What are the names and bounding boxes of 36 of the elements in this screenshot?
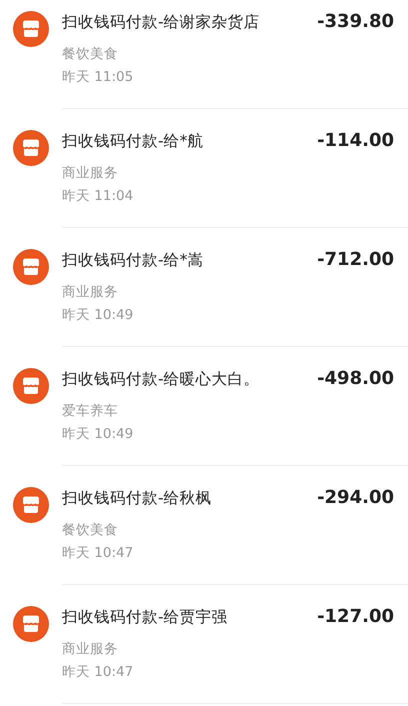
transaction-amount: -294.00 xyxy=(317,487,394,509)
transaction-item[interactable]: 扫收钱码付款-给谢家杂货店 -339.80 餐饮美食 昨天 11:05 xyxy=(0,0,408,109)
transaction-time: 昨天 11:04 xyxy=(62,187,134,206)
transaction-time: 昨天 10:49 xyxy=(62,306,134,325)
transaction-amount: -498.00 xyxy=(317,368,394,390)
transaction-category: 爱车养车 xyxy=(62,402,118,421)
transaction-amount: -339.80 xyxy=(317,11,394,33)
transaction-time: 昨天 11:05 xyxy=(62,68,134,87)
transaction-title: 扫收钱码付款-给暖心大白。 xyxy=(62,369,260,390)
transaction-category: 餐饮美食 xyxy=(62,45,118,64)
shop-icon xyxy=(13,130,49,166)
transaction-time: 昨天 10:47 xyxy=(62,544,134,563)
transaction-item[interactable]: 扫收钱码付款-给*航 -114.00 商业服务 昨天 11:04 xyxy=(0,109,408,228)
transaction-item[interactable]: 扫收钱码付款-给暖心大白。 -498.00 爱车养车 昨天 10:49 xyxy=(0,347,408,466)
transaction-amount: -127.00 xyxy=(317,606,394,628)
transaction-category: 商业服务 xyxy=(62,283,118,302)
transaction-amount: -712.00 xyxy=(317,249,394,271)
transaction-item[interactable]: 扫收钱码付款-给*嵩 -712.00 商业服务 昨天 10:49 xyxy=(0,228,408,347)
transaction-title: 扫收钱码付款-给秋枫 xyxy=(62,488,212,509)
transaction-title: 扫收钱码付款-给贾宇强 xyxy=(62,607,228,628)
transaction-title: 扫收钱码付款-给*航 xyxy=(62,131,204,152)
transaction-category: 商业服务 xyxy=(62,640,118,659)
shop-icon xyxy=(13,11,49,47)
shop-icon xyxy=(13,368,49,404)
transaction-amount: -114.00 xyxy=(317,130,394,152)
transaction-title: 扫收钱码付款-给*嵩 xyxy=(62,250,204,271)
transaction-category: 商业服务 xyxy=(62,164,118,183)
transaction-time: 昨天 10:47 xyxy=(62,663,134,682)
transaction-item[interactable]: 扫收钱码付款-给秋枫 -294.00 餐饮美食 昨天 10:47 xyxy=(0,466,408,585)
transaction-time: 昨天 10:49 xyxy=(62,425,134,444)
shop-icon xyxy=(13,487,49,523)
shop-icon xyxy=(13,606,49,642)
transaction-title: 扫收钱码付款-给谢家杂货店 xyxy=(62,12,260,33)
transaction-item[interactable]: 扫收钱码付款-给贾宇强 -127.00 商业服务 昨天 10:47 xyxy=(0,585,408,704)
transaction-category: 餐饮美食 xyxy=(62,521,118,540)
shop-icon xyxy=(13,249,49,285)
